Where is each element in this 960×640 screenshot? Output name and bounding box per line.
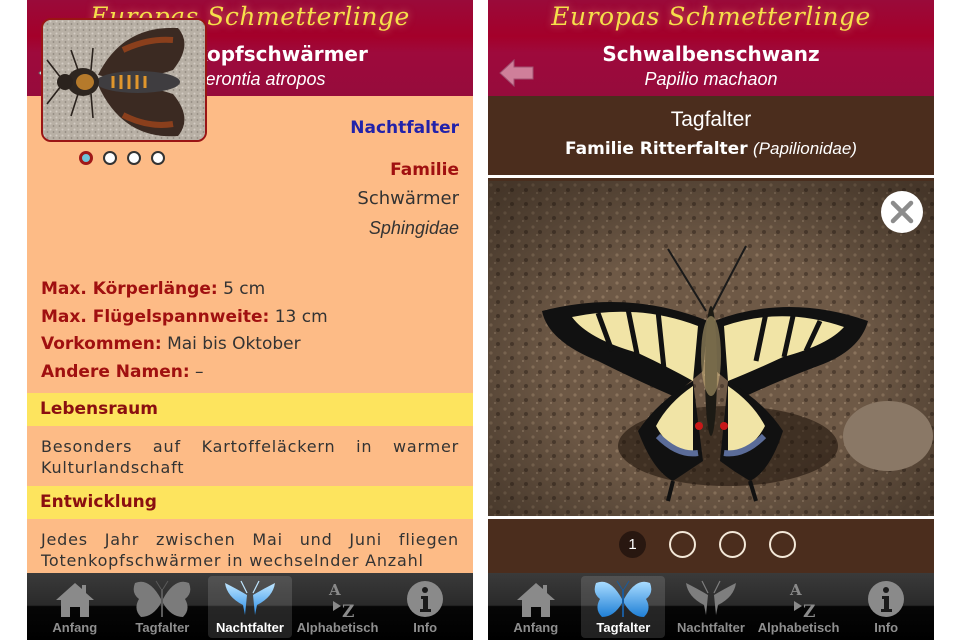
species-latin-name: Papilio machaon bbox=[644, 69, 778, 89]
svg-text:A: A bbox=[789, 581, 802, 599]
familie-line: Familie Ritterfalter (Papilionidae) bbox=[488, 139, 934, 159]
tab-alphabetisch[interactable]: A Z Alphabetisch bbox=[296, 576, 380, 638]
svg-text:Z: Z bbox=[342, 602, 354, 619]
tab-label: Anfang bbox=[513, 620, 559, 635]
section-text-lebensraum: Besonders auf Kartoffeläckern in warmer … bbox=[41, 437, 459, 477]
info-icon bbox=[868, 581, 905, 617]
tab-label: Info bbox=[413, 620, 438, 635]
svg-text:A: A bbox=[328, 581, 341, 599]
tab-info[interactable]: Info bbox=[383, 576, 467, 638]
pager-dot[interactable] bbox=[127, 151, 141, 165]
tab-bar: Anfang Tagfalter Nachtfalter A Z Alphabe… bbox=[27, 573, 473, 640]
moth-icon bbox=[224, 580, 275, 615]
fact-value: Mai bis Oktober bbox=[167, 334, 301, 355]
app-title: Europas Schmetterlinge bbox=[551, 2, 871, 31]
a-to-z-icon: A Z bbox=[789, 581, 815, 619]
tab-label: Nachtfalter bbox=[216, 620, 284, 635]
tab-alphabetisch[interactable]: A Z Alphabetisch bbox=[757, 576, 841, 638]
species-thumbnail[interactable] bbox=[41, 18, 207, 142]
swallowtail-photo bbox=[488, 181, 934, 516]
moth-photo bbox=[43, 20, 205, 140]
home-icon bbox=[55, 583, 94, 617]
species-photo[interactable] bbox=[488, 181, 934, 516]
familie-latin-name: (Papilionidae) bbox=[753, 139, 857, 158]
section-text-entwicklung: Jedes Jahr zwischen Mai und Juni fliegen… bbox=[41, 530, 459, 570]
close-icon bbox=[890, 200, 914, 224]
tab-label: Anfang bbox=[52, 620, 98, 635]
fact-key: Andere Namen: bbox=[41, 362, 190, 383]
image-pager bbox=[79, 151, 165, 165]
image-pager: 1 bbox=[488, 519, 934, 573]
fact-value: – bbox=[195, 362, 204, 383]
pager-dot-active[interactable]: 1 bbox=[619, 531, 646, 558]
fact-key: Max. Körperlänge: bbox=[41, 279, 218, 299]
species-detail-screen-moth: Europas Schmetterlinge Totenkopfschwärme… bbox=[27, 0, 473, 640]
pager-dot-active[interactable] bbox=[79, 151, 93, 165]
category-label: Nachtfalter bbox=[350, 118, 459, 138]
fact-key: Vorkommen: bbox=[41, 334, 162, 355]
pager-dot[interactable] bbox=[719, 531, 746, 558]
tab-nachtfalter[interactable]: Nachtfalter bbox=[669, 576, 753, 638]
familie-name: Schwärmer bbox=[357, 188, 459, 209]
svg-text:Z: Z bbox=[803, 602, 815, 619]
section-heading-lebensraum: Lebensraum bbox=[27, 393, 473, 426]
fact-value: 13 cm bbox=[274, 306, 328, 327]
pager-dot[interactable] bbox=[769, 531, 796, 558]
category-label: Tagfalter bbox=[670, 108, 752, 131]
tab-label: Alphabetisch bbox=[757, 620, 840, 635]
a-to-z-icon: A Z bbox=[328, 581, 354, 619]
section-heading-entwicklung: Entwicklung bbox=[27, 486, 473, 519]
fact-row: Max. Flügelspannweite: 13 cm bbox=[41, 304, 328, 332]
butterfly-icon bbox=[595, 580, 652, 617]
category-banner: Tagfalter Familie Ritterfalter (Papilion… bbox=[488, 96, 934, 178]
back-arrow-icon bbox=[499, 58, 534, 88]
species-detail-screen-butterfly: Europas Schmetterlinge Schwalbenschwanz … bbox=[488, 0, 934, 640]
pager-dot[interactable] bbox=[103, 151, 117, 165]
tab-tagfalter[interactable]: Tagfalter bbox=[581, 576, 666, 638]
fact-key: Max. Flügelspannweite: bbox=[41, 306, 270, 327]
home-icon bbox=[516, 583, 555, 617]
familie-heading: Familie bbox=[390, 160, 459, 180]
familie-name: Familie Ritterfalter bbox=[565, 139, 748, 159]
pager-dot[interactable] bbox=[669, 531, 696, 558]
info-icon bbox=[407, 581, 444, 617]
fact-row: Vorkommen: Mai bis Oktober bbox=[41, 331, 328, 359]
tab-anfang[interactable]: Anfang bbox=[33, 576, 117, 638]
close-button[interactable] bbox=[881, 191, 923, 233]
tab-label: Info bbox=[874, 620, 899, 635]
species-name: Schwalbenschwanz bbox=[602, 42, 820, 66]
facts-list: Max. Körperlänge: 5 cm Max. Flügelspannw… bbox=[41, 276, 328, 387]
pager-dot[interactable] bbox=[151, 151, 165, 165]
tab-bar: Anfang Tagfalter Nachtfalter A Z Alphabe… bbox=[488, 573, 934, 640]
familie-latin-name: Sphingidae bbox=[368, 218, 459, 238]
tab-nachtfalter[interactable]: Nachtfalter bbox=[207, 576, 292, 638]
tab-info[interactable]: Info bbox=[844, 576, 928, 638]
header-bar: Europas Schmetterlinge Schwalbenschwanz … bbox=[488, 0, 934, 96]
tab-label: Nachtfalter bbox=[677, 620, 745, 635]
fact-row: Andere Namen: – bbox=[41, 359, 328, 387]
fact-row: Max. Körperlänge: 5 cm bbox=[41, 276, 328, 304]
tab-label: Tagfalter bbox=[135, 620, 190, 635]
tab-anfang[interactable]: Anfang bbox=[494, 576, 578, 638]
back-button[interactable] bbox=[498, 58, 536, 88]
butterfly-icon bbox=[134, 580, 191, 617]
tab-label: Alphabetisch bbox=[296, 620, 379, 635]
moth-icon bbox=[685, 580, 736, 615]
tab-label: Tagfalter bbox=[596, 620, 651, 635]
fact-value: 5 cm bbox=[223, 279, 266, 299]
tab-tagfalter[interactable]: Tagfalter bbox=[120, 576, 204, 638]
